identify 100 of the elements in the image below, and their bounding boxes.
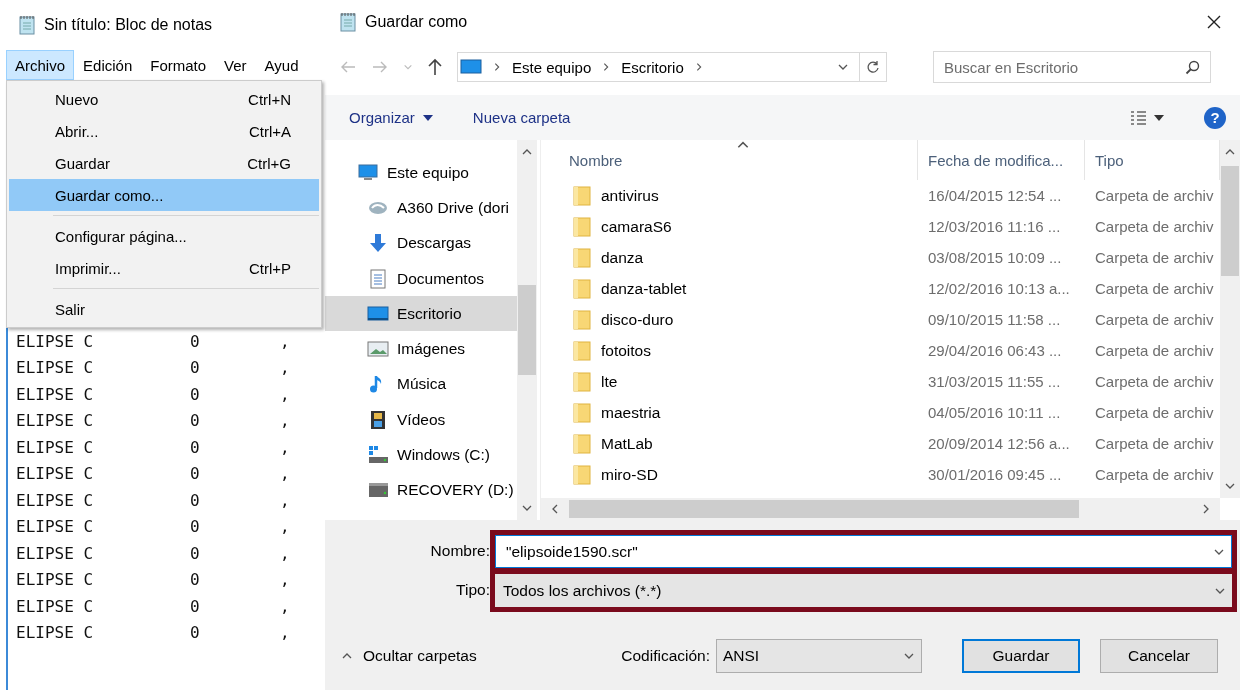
file-name-field[interactable]: "elipsoide1590.scr" [495, 535, 1232, 568]
file-type: Carpeta de archiv [1094, 466, 1215, 483]
scrollbar-thumb[interactable] [518, 285, 536, 375]
menu-bar-item[interactable]: Formato [141, 50, 216, 80]
sidebar-item[interactable]: Windows (C:) [325, 437, 517, 473]
menu-bar-item[interactable]: Archivo [6, 50, 75, 80]
sidebar-item[interactable]: Este equipo [325, 155, 517, 191]
file-type: Carpeta de archiv [1094, 280, 1215, 297]
new-folder-button[interactable]: Nueva carpeta [472, 109, 571, 126]
column-header[interactable]: Fecha de modifica... [918, 140, 1085, 180]
encoding-dropdown[interactable]: ANSI [716, 639, 922, 673]
breadcrumb[interactable]: Este equipo [512, 58, 592, 76]
dialog-button[interactable]: Guardar [962, 639, 1080, 673]
text-line-cell-text: , [280, 570, 291, 590]
up-button[interactable] [427, 58, 443, 76]
file-name[interactable]: fotoitos [601, 341, 651, 360]
menu-item[interactable]: Guardar Ctrl+G [9, 147, 319, 179]
scrollbar-thumb[interactable] [1221, 166, 1239, 276]
file-date: 04/05/2016 10:11 ... [927, 404, 1062, 421]
sidebar-item[interactable]: RECOVERY (D:) [325, 472, 517, 508]
text-line-cell-text: 0 [190, 464, 201, 484]
file-date: 30/01/2016 09:45 ... [927, 466, 1063, 483]
file-date: 09/10/2015 11:58 ... [927, 311, 1062, 328]
column-header[interactable]: Nombre [541, 140, 918, 180]
sidebar-item[interactable]: Documentos [325, 260, 517, 297]
close-icon [1206, 14, 1222, 30]
file-date: 12/02/2016 10:13 a... [927, 280, 1071, 297]
sidebar-item[interactable]: Música [325, 366, 517, 403]
file-name[interactable]: danza-tablet [601, 279, 687, 298]
sidebar-item[interactable]: Escritorio [325, 296, 517, 332]
file-type: Carpeta de archiv [1094, 404, 1215, 421]
text-line-cell-text: 0 [190, 411, 201, 431]
text-line-cell-text: , [280, 517, 291, 537]
text-line-cell-text: , [280, 464, 291, 484]
menu-item[interactable]: Nuevo Ctrl+N [9, 83, 319, 115]
folder-icon [573, 247, 591, 268]
menu-item[interactable]: Abrir... Ctrl+A [9, 115, 319, 147]
file-date: 16/04/2015 12:54 ... [927, 187, 1063, 204]
file-name[interactable]: lte [601, 372, 618, 391]
folder-icon [573, 371, 591, 392]
chevron-icon [492, 62, 502, 72]
file-date: 12/03/2016 11:16 ... [927, 218, 1062, 235]
sidebar-item[interactable]: Vídeos [325, 402, 517, 438]
menu-bar-item[interactable]: Ayud [255, 50, 308, 80]
file-name[interactable]: maestria [601, 403, 661, 422]
breadcrumb[interactable]: Escritorio [621, 58, 684, 76]
sidebar-item[interactable]: Imágenes [325, 331, 517, 367]
file-type: Carpeta de archiv [1094, 342, 1215, 359]
sidebar-item[interactable]: Descargas [325, 225, 517, 261]
view-options-button[interactable] [1130, 110, 1164, 125]
text-line-cell-text: , [280, 411, 291, 431]
details-view-icon [1130, 110, 1146, 125]
file-type: Carpeta de archiv [1094, 187, 1215, 204]
text-line-cell-text: ELIPSE C [16, 464, 95, 484]
file-type-dropdown[interactable]: Todos los archivos (*.*) [495, 574, 1232, 607]
text-line-cell-text: ELIPSE C [16, 543, 95, 563]
text-line-cell-text: , [280, 490, 291, 510]
dialog-button[interactable]: Cancelar [1100, 639, 1218, 673]
back-button[interactable] [339, 60, 357, 74]
file-name[interactable]: antivirus [601, 186, 659, 205]
file-date: 03/08/2015 10:09 ... [927, 249, 1063, 266]
text-line-cell-text: ELIPSE C [16, 411, 95, 431]
menu-item[interactable]: Salir [9, 293, 319, 325]
scrollbar-thumb[interactable] [569, 500, 1079, 518]
folder-icon [573, 464, 591, 485]
menu-bar-item[interactable]: Edición [74, 50, 142, 80]
organize-button[interactable]: Organizar [349, 109, 433, 126]
menu-item[interactable]: Imprimir... Ctrl+P [9, 252, 319, 284]
desktop-icon [460, 58, 482, 76]
menu-item[interactable]: Guardar como... [9, 179, 319, 211]
text-line-cell-text: ELIPSE C [16, 570, 95, 590]
text-line-cell-text: ELIPSE C [16, 623, 95, 643]
vertical-scrollbar[interactable] [1220, 140, 1240, 498]
search-icon [1185, 59, 1200, 75]
dialog-icon [339, 12, 357, 32]
file-name[interactable]: MatLab [601, 434, 653, 453]
text-line-cell-text: 0 [190, 490, 201, 510]
file-name[interactable]: miro-SD [601, 465, 658, 484]
file-date: 20/09/2014 12:56 a... [927, 435, 1071, 452]
recent-locations-button[interactable] [403, 62, 413, 72]
forward-button[interactable] [371, 60, 389, 74]
file-type: Carpeta de archiv [1094, 249, 1215, 266]
file-name[interactable]: disco-duro [601, 310, 674, 329]
menu-item[interactable]: Configurar página... [9, 220, 319, 252]
sidebar-item[interactable]: A360 Drive (dori [325, 190, 517, 226]
file-type: Carpeta de archiv [1094, 311, 1215, 328]
file-name[interactable]: camaraS6 [601, 217, 672, 236]
search-field[interactable]: Buscar en Escritorio [933, 51, 1211, 83]
help-button[interactable]: ? [1204, 106, 1226, 129]
vertical-scrollbar[interactable] [517, 140, 537, 520]
field-label: Nombre: [430, 540, 490, 561]
text-line-cell-text: ELIPSE C [16, 517, 95, 537]
folder-icon [573, 340, 591, 361]
hide-folders-button[interactable]: Ocultar carpetas [341, 647, 477, 665]
address-bar[interactable]: Este equipo Escritorio [457, 52, 887, 82]
file-name[interactable]: danza [601, 248, 644, 267]
horizontal-scrollbar[interactable] [541, 498, 1220, 520]
text-line-cell-text: 0 [190, 570, 201, 590]
refresh-icon[interactable] [866, 60, 880, 74]
menu-bar-item[interactable]: Ver [215, 50, 256, 80]
